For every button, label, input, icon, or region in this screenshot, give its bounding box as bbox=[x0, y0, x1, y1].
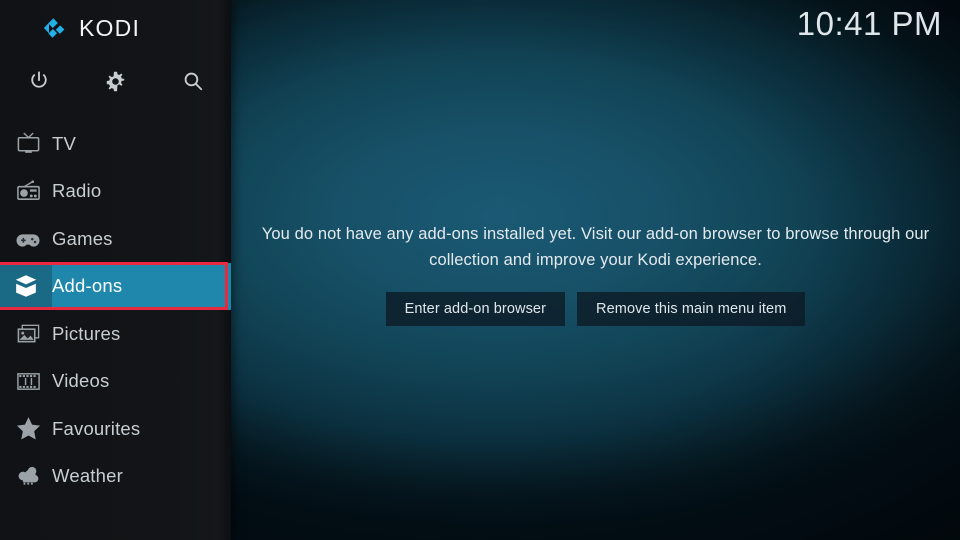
empty-state-message: You do not have any add-ons installed ye… bbox=[261, 224, 930, 269]
settings-button[interactable] bbox=[77, 59, 154, 103]
kodi-home-screen: 10:41 PM You do not have any add-ons ins… bbox=[0, 0, 960, 540]
sidebar-item-label: TV bbox=[52, 132, 77, 154]
sidebar: KODI TV Radio Games Add-ons Pictures Vid… bbox=[0, 0, 231, 540]
sidebar-item-label: Weather bbox=[52, 465, 123, 487]
sidebar-item-label: Radio bbox=[52, 180, 102, 202]
brand-logo: KODI bbox=[40, 13, 140, 43]
kodi-logo-icon bbox=[43, 18, 65, 38]
tv-icon bbox=[4, 131, 52, 156]
sidebar-item-games[interactable]: Games bbox=[0, 215, 231, 263]
sidebar-item-label: Games bbox=[52, 227, 113, 249]
film-icon bbox=[4, 369, 52, 394]
search-icon bbox=[184, 72, 202, 91]
sidebar-item-tv[interactable]: TV bbox=[0, 120, 231, 168]
sidebar-item-radio[interactable]: Radio bbox=[0, 168, 231, 216]
sidebar-item-label: Add-ons bbox=[52, 275, 123, 297]
sidebar-item-label: Videos bbox=[52, 370, 110, 392]
gear-icon bbox=[106, 71, 125, 91]
brand-name: KODI bbox=[79, 15, 141, 41]
power-icon bbox=[30, 71, 47, 88]
power-button[interactable] bbox=[0, 59, 77, 103]
sidebar-item-favourites[interactable]: Favourites bbox=[0, 405, 231, 453]
logo-area: KODI bbox=[0, 0, 231, 58]
sidebar-item-add-ons[interactable]: Add-ons bbox=[0, 262, 231, 310]
main-content: You do not have any add-ons installed ye… bbox=[231, 0, 960, 540]
main-menu: TV Radio Games Add-ons Pictures Videos F… bbox=[0, 120, 231, 500]
action-button-row: Enter add-on browser Remove this main me… bbox=[385, 291, 806, 326]
sidebar-item-videos[interactable]: Videos bbox=[0, 358, 231, 406]
sidebar-item-pictures[interactable]: Pictures bbox=[0, 310, 231, 358]
enter-addon-browser-button[interactable]: Enter add-on browser bbox=[385, 291, 566, 326]
sidebar-toolbar bbox=[0, 58, 231, 104]
sidebar-item-label: Favourites bbox=[52, 417, 141, 439]
radio-icon bbox=[4, 179, 52, 204]
sidebar-item-weather[interactable]: Weather bbox=[0, 453, 231, 501]
weather-icon bbox=[4, 463, 52, 489]
box-icon bbox=[0, 262, 52, 310]
gamepad-icon bbox=[4, 226, 52, 252]
picture-icon bbox=[4, 321, 52, 346]
remove-main-menu-item-button[interactable]: Remove this main menu item bbox=[577, 291, 806, 326]
star-icon bbox=[4, 415, 52, 442]
sidebar-item-label: Pictures bbox=[52, 322, 121, 344]
search-button[interactable] bbox=[154, 59, 231, 103]
